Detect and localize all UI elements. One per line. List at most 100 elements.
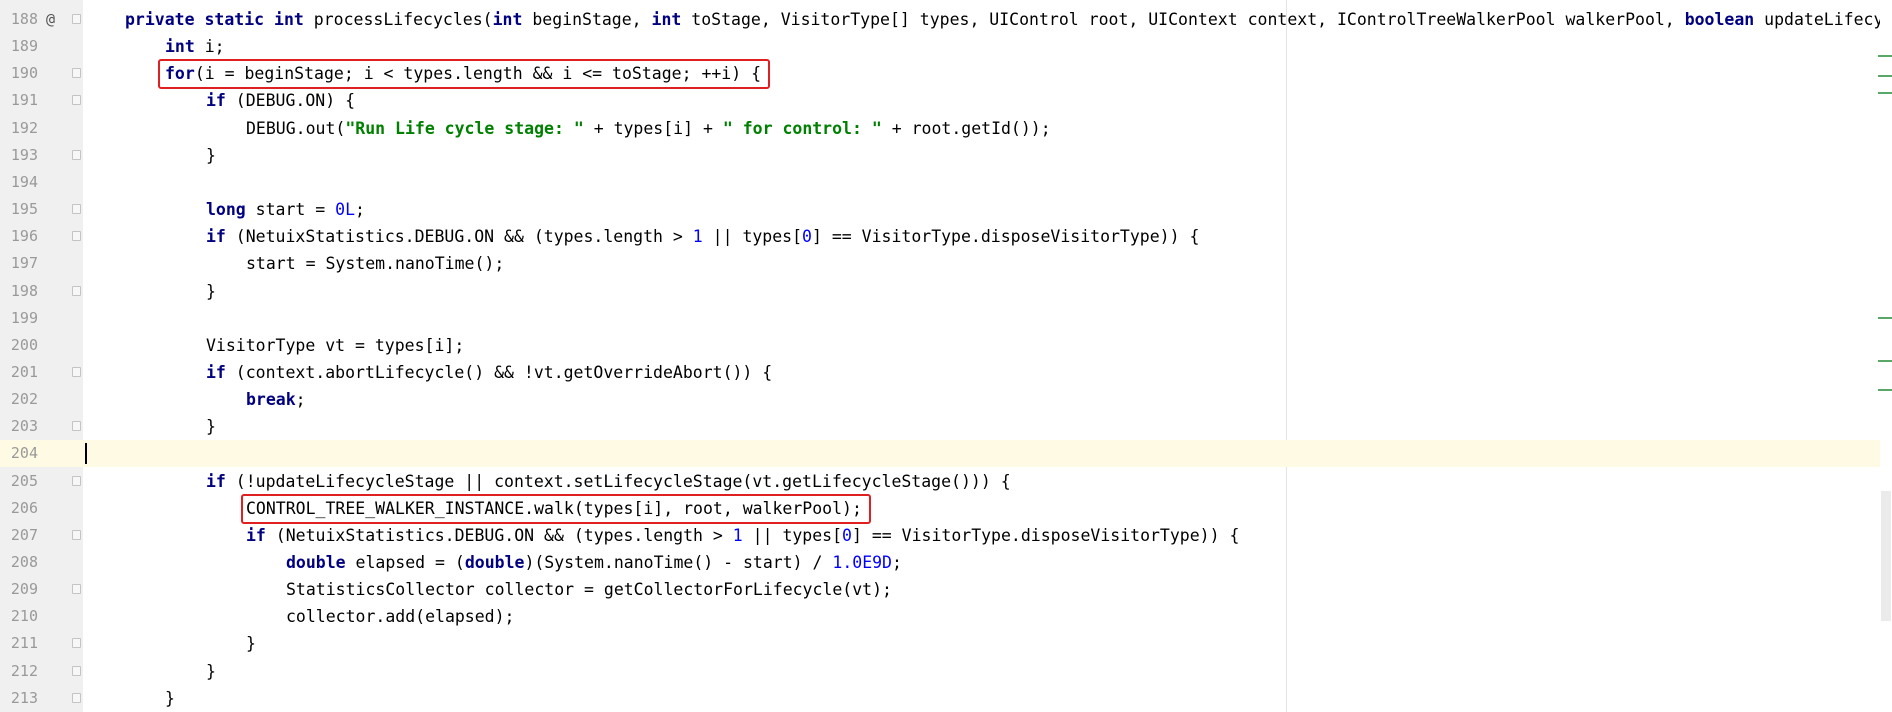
- code-line[interactable]: 205 if (!updateLifecycleStage || context.…: [0, 468, 1892, 495]
- code-token: int: [651, 10, 682, 29]
- fold-toggle-icon[interactable]: [72, 231, 81, 242]
- code-token: if: [246, 525, 266, 545]
- code-line[interactable]: 198}: [0, 278, 1892, 305]
- code-token: long: [206, 200, 246, 220]
- code-text: }: [206, 278, 216, 305]
- fold-toggle-icon[interactable]: [72, 665, 81, 676]
- code-text: if (context.abortLifecycle() && !vt.getO…: [206, 359, 772, 386]
- fold-toggle-icon[interactable]: [72, 692, 81, 703]
- code-line[interactable]: 201 if (context.abortLifecycle() && !vt.g…: [0, 359, 1892, 386]
- code-line[interactable]: 197 start = System.nanoTime();: [0, 250, 1892, 277]
- code-token: }: [165, 688, 175, 708]
- code-line[interactable]: 207 if (NetuixStatistics.DEBUG.ON && (typ…: [0, 522, 1892, 549]
- fold-toggle-icon[interactable]: [72, 204, 81, 215]
- line-number: 204: [10, 444, 38, 463]
- code-token: 0L: [335, 200, 356, 220]
- code-line[interactable]: 193}: [0, 142, 1892, 169]
- line-number: 209: [10, 580, 38, 599]
- code-token: int: [165, 37, 195, 57]
- code-line[interactable]: 195 long start = 0L;: [0, 196, 1892, 223]
- code-line[interactable]: 204: [0, 440, 1892, 468]
- code-line[interactable]: 191 if (DEBUG.ON) {: [0, 87, 1892, 114]
- code-line[interactable]: 188 @ private static int processLifecycles…: [0, 6, 1892, 33]
- vcs-change-marker: [1878, 317, 1892, 319]
- code-text: StatisticsCollector collector = getColle…: [286, 576, 892, 603]
- line-number: 205: [10, 471, 38, 490]
- code-line[interactable]: 200 VisitorType vt = types[i];: [0, 332, 1892, 359]
- fold-toggle-icon[interactable]: [72, 638, 81, 649]
- code-line[interactable]: 208 double elapsed = (double)(System.nano…: [0, 549, 1892, 576]
- code-token: toStage, VisitorType[] types, UIControl …: [681, 10, 1685, 29]
- line-number: 208: [10, 553, 38, 571]
- code-token: 1.0E9D: [832, 553, 892, 572]
- fold-toggle-icon[interactable]: [72, 149, 81, 160]
- code-line[interactable]: 194: [0, 169, 1892, 196]
- line-number: 198: [10, 281, 38, 300]
- fold-toggle-icon[interactable]: [72, 475, 81, 486]
- vcs-change-marker: [1878, 55, 1892, 57]
- code-token: (NetuixStatistics.DEBUG.ON && (types.len…: [265, 525, 733, 545]
- line-number: 200: [10, 335, 38, 354]
- code-text: int i;: [165, 33, 225, 60]
- code-token: " for control: ": [722, 118, 882, 138]
- code-line[interactable]: 211}: [0, 630, 1892, 657]
- code-token: start = System.nanoTime();: [246, 254, 505, 274]
- code-line[interactable]: 209 StatisticsCollector collector = getCo…: [0, 576, 1892, 603]
- fold-toggle-icon[interactable]: [72, 95, 81, 106]
- code-line[interactable]: 199: [0, 305, 1892, 332]
- code-token: start =: [245, 200, 336, 220]
- vcs-change-marker: [1878, 75, 1892, 77]
- code-token: if: [206, 91, 226, 111]
- fold-toggle-icon[interactable]: [72, 529, 81, 540]
- line-number: 203: [10, 417, 38, 436]
- fold-toggle-icon[interactable]: [72, 366, 81, 377]
- line-number: 202: [10, 390, 38, 409]
- line-number: 196: [10, 227, 38, 246]
- code-token: double: [286, 553, 346, 572]
- line-number: 210: [10, 607, 38, 626]
- code-line[interactable]: 203}: [0, 413, 1892, 440]
- code-text: private static int processLifecycles(int…: [125, 6, 1883, 33]
- fold-toggle-icon[interactable]: [72, 14, 81, 24]
- code-text: VisitorType vt = types[i];: [206, 332, 464, 359]
- code-token: double: [464, 553, 525, 572]
- code-token: }: [206, 417, 216, 437]
- code-token: ] == VisitorType.disposeVisitorType)) {: [851, 525, 1240, 545]
- fold-toggle-icon[interactable]: [72, 285, 81, 296]
- fold-toggle-icon[interactable]: [72, 68, 81, 79]
- code-token: (NetuixStatistics.DEBUG.ON && (types.len…: [225, 227, 693, 247]
- code-line[interactable]: 192 DEBUG.out("Run Life cycle stage: " + …: [0, 115, 1892, 142]
- fold-toggle-icon[interactable]: [72, 421, 81, 432]
- line-number: 192: [10, 118, 38, 137]
- code-line[interactable]: 202 break;: [0, 386, 1892, 413]
- line-number: 190: [10, 64, 38, 83]
- line-number: 195: [10, 200, 38, 219]
- vcs-change-marker: [1878, 360, 1892, 362]
- line-number: 201: [10, 362, 38, 381]
- code-line[interactable]: 196 if (NetuixStatistics.DEBUG.ON && (typ…: [0, 223, 1892, 250]
- code-line[interactable]: 212}: [0, 658, 1892, 685]
- code-token: if: [206, 227, 226, 247]
- code-token: VisitorType vt = types[i];: [206, 335, 465, 355]
- code-token: || types[: [702, 227, 803, 247]
- code-line[interactable]: 210 collector.add(elapsed);: [0, 603, 1892, 630]
- fold-toggle-icon[interactable]: [72, 584, 81, 595]
- code-token: + root.getId());: [881, 118, 1051, 138]
- vcs-change-marker: [1878, 92, 1892, 94]
- code-token: static: [204, 10, 265, 29]
- code-editor[interactable]: 188 @ private static int processLifecycles…: [0, 0, 1892, 712]
- code-line[interactable]: 213}: [0, 685, 1892, 712]
- code-text: }: [206, 142, 216, 169]
- line-number: 212: [10, 661, 38, 680]
- code-line[interactable]: 189 int i;: [0, 33, 1892, 60]
- code-token: 0: [802, 227, 812, 247]
- scrollbar-thumb[interactable]: [1881, 491, 1891, 621]
- code-token: ;: [892, 553, 902, 572]
- line-number: 191: [10, 91, 38, 110]
- code-text: if (NetuixStatistics.DEBUG.ON && (types.…: [206, 223, 1199, 250]
- line-number: 194: [10, 172, 38, 191]
- code-text: }: [165, 685, 175, 712]
- override-annotation-icon[interactable]: @: [46, 6, 55, 33]
